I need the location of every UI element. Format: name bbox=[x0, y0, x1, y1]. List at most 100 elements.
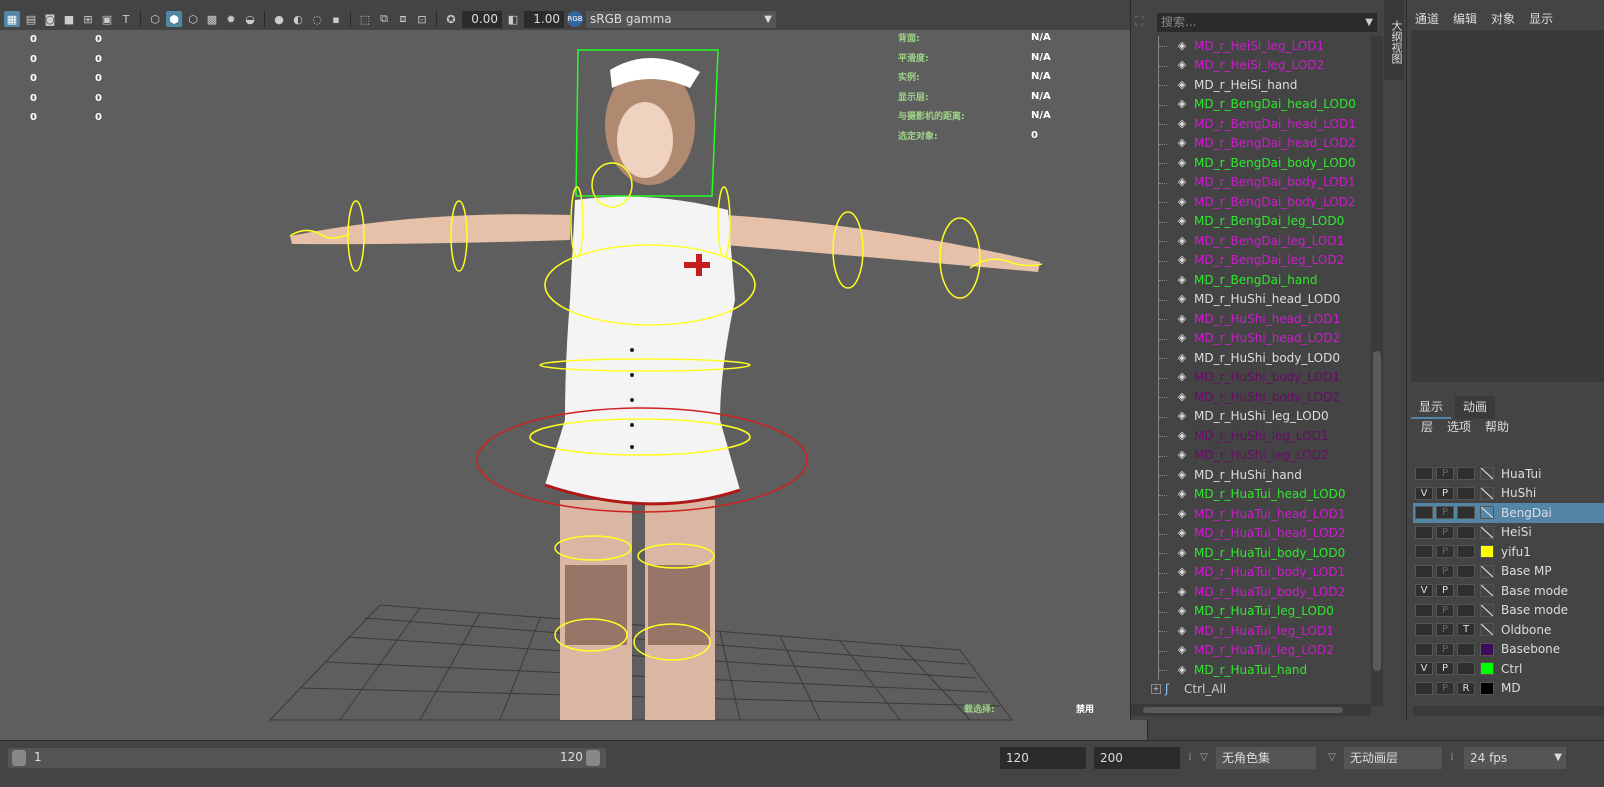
viewport-3d[interactable]: 0000000000 背面: N/A 平滑度: N/A 实例: N/A 显示层: N/A 与摄影… bbox=[0, 0, 1148, 740]
xray-joints-icon[interactable]: ◐ bbox=[290, 11, 306, 27]
outliner-item[interactable]: ◈ MD_r_HuShi_body_LOD2 bbox=[1131, 387, 1371, 407]
textured-icon[interactable]: ▩ bbox=[204, 11, 220, 27]
layer-color-swatch[interactable] bbox=[1480, 662, 1494, 676]
safe-action-icon[interactable]: ▣ bbox=[99, 11, 115, 27]
layer-t-toggle[interactable] bbox=[1457, 642, 1475, 656]
menu-edit[interactable]: 编辑 bbox=[1453, 10, 1477, 27]
isolate-select-icon[interactable]: ⬚ bbox=[357, 11, 373, 27]
outliner-item[interactable]: ◈ MD_r_HuShi_leg_LOD1 bbox=[1131, 426, 1371, 446]
layer-t-toggle[interactable]: R bbox=[1457, 681, 1475, 695]
film-gate-icon[interactable]: ▤ bbox=[23, 11, 39, 27]
layer-p-toggle[interactable]: P bbox=[1436, 486, 1454, 500]
channel-box-area[interactable] bbox=[1411, 30, 1604, 382]
outliner-item[interactable]: ◈ MD_r_BengDai_leg_LOD0 bbox=[1131, 211, 1371, 231]
outliner-item[interactable]: ◈ MD_r_BengDai_leg_LOD1 bbox=[1131, 231, 1371, 251]
wireframe-on-shaded-icon[interactable]: ⬡ bbox=[185, 11, 201, 27]
layer-row[interactable]: P HeiSi bbox=[1413, 523, 1604, 543]
layer-row[interactable]: P Base MP bbox=[1413, 562, 1604, 582]
outliner-item[interactable]: ◈ MD_r_HuShi_head_LOD0 bbox=[1131, 289, 1371, 309]
outliner-item[interactable]: ◈ MD_r_BengDai_body_LOD0 bbox=[1131, 153, 1371, 173]
layer-t-toggle[interactable] bbox=[1457, 525, 1475, 539]
menu-object[interactable]: 对象 bbox=[1491, 10, 1515, 27]
outliner-item[interactable]: ◈ MD_r_HuaTui_body_LOD0 bbox=[1131, 543, 1371, 563]
field-chart-icon[interactable]: ⊞ bbox=[80, 11, 96, 27]
tab-animation[interactable]: 动画 bbox=[1455, 396, 1496, 419]
layer-v-toggle[interactable] bbox=[1415, 545, 1433, 559]
layer-color-swatch[interactable] bbox=[1480, 584, 1494, 598]
outliner-item[interactable]: ◈ MD_r_BengDai_head_LOD2 bbox=[1131, 133, 1371, 153]
layer-p-toggle[interactable]: P bbox=[1436, 623, 1454, 637]
outliner-item[interactable]: ◈ MD_r_HuShi_leg_LOD0 bbox=[1131, 406, 1371, 426]
animation-end-field[interactable]: 200 bbox=[1094, 747, 1180, 769]
layer-v-toggle[interactable]: V bbox=[1415, 486, 1433, 500]
outliner-search-input[interactable]: 搜索... ▼ bbox=[1157, 13, 1377, 32]
image-plane-icon[interactable]: ⊡ bbox=[414, 11, 430, 27]
layer-t-toggle[interactable] bbox=[1457, 662, 1475, 676]
ambient-occlusion-icon[interactable]: ◌ bbox=[309, 11, 325, 27]
layer-color-swatch[interactable] bbox=[1480, 564, 1494, 578]
range-start-handle[interactable] bbox=[12, 750, 26, 766]
menu-help[interactable]: 帮助 bbox=[1485, 418, 1509, 435]
layer-t-toggle[interactable] bbox=[1457, 603, 1475, 617]
layer-p-toggle[interactable]: P bbox=[1436, 467, 1454, 481]
layer-p-toggle[interactable]: P bbox=[1436, 681, 1454, 695]
layer-t-toggle[interactable] bbox=[1457, 584, 1475, 598]
menu-options[interactable]: 选项 bbox=[1447, 418, 1471, 435]
layer-v-toggle[interactable] bbox=[1415, 681, 1433, 695]
layer-color-swatch[interactable] bbox=[1480, 467, 1494, 481]
safe-title-icon[interactable]: T bbox=[118, 11, 134, 27]
outliner-item[interactable]: ◈ MD_r_HeiSi_leg_LOD2 bbox=[1131, 55, 1371, 75]
animation-layer-dropdown[interactable]: 无动画层 bbox=[1344, 747, 1442, 769]
layer-p-toggle[interactable]: P bbox=[1436, 564, 1454, 578]
exposure-icon[interactable]: ✪ bbox=[443, 11, 459, 27]
outliner-item[interactable]: ◈ MD_r_HuaTui_leg_LOD2 bbox=[1131, 640, 1371, 660]
outliner-item[interactable]: ◈ MD_r_HuaTui_head_LOD0 bbox=[1131, 484, 1371, 504]
layer-v-toggle[interactable]: V bbox=[1415, 662, 1433, 676]
outliner-item[interactable]: ◈ MD_r_HeiSi_leg_LOD1 bbox=[1131, 36, 1371, 56]
range-end-handle[interactable] bbox=[586, 750, 600, 766]
character-set-dropdown[interactable]: 无角色集 bbox=[1216, 747, 1316, 769]
outliner-item[interactable]: ◈ MD_r_HuaTui_body_LOD1 bbox=[1131, 562, 1371, 582]
layer-color-swatch[interactable] bbox=[1480, 603, 1494, 617]
chevron-down-icon[interactable]: ▼ bbox=[1365, 13, 1373, 32]
playback-range-slider[interactable]: 1 120 bbox=[8, 748, 606, 768]
layer-color-swatch[interactable] bbox=[1480, 545, 1494, 559]
outliner-item[interactable]: ◈ MD_r_HuShi_hand bbox=[1131, 465, 1371, 485]
outliner-item[interactable]: ◈ MD_r_HuaTui_body_LOD2 bbox=[1131, 582, 1371, 602]
layer-row[interactable]: V P Ctrl bbox=[1413, 659, 1604, 679]
tab-display[interactable]: 显示 bbox=[1411, 396, 1452, 419]
layer-p-toggle[interactable]: P bbox=[1436, 662, 1454, 676]
layer-row[interactable]: P HuaTui bbox=[1413, 464, 1604, 484]
gamma-icon[interactable]: ◧ bbox=[505, 11, 521, 27]
bookmark-icon[interactable]: ⧈ bbox=[395, 11, 411, 27]
layer-row[interactable]: P Basebone bbox=[1413, 640, 1604, 660]
layer-row[interactable]: P R MD bbox=[1413, 679, 1604, 699]
filter-icon[interactable]: ⛶ bbox=[1135, 14, 1151, 30]
outliner-item[interactable]: ◈ MD_r_BengDai_body_LOD2 bbox=[1131, 192, 1371, 212]
layer-p-toggle[interactable]: P bbox=[1436, 584, 1454, 598]
outliner-horizontal-scrollbar[interactable] bbox=[1131, 704, 1371, 716]
layer-color-swatch[interactable] bbox=[1480, 623, 1494, 637]
layer-color-swatch[interactable] bbox=[1480, 525, 1494, 539]
outliner-item[interactable]: ◈ MD_r_HuaTui_leg_LOD0 bbox=[1131, 601, 1371, 621]
color-management-icon[interactable]: RGB bbox=[567, 11, 583, 27]
layer-row[interactable]: P BengDai bbox=[1413, 503, 1604, 523]
outliner-item[interactable]: ◈ MD_r_BengDai_leg_LOD2 bbox=[1131, 250, 1371, 270]
camera-attributes-icon[interactable]: ⧉ bbox=[376, 11, 392, 27]
layer-v-toggle[interactable] bbox=[1415, 603, 1433, 617]
outliner-item[interactable]: ◈ MD_r_BengDai_body_LOD1 bbox=[1131, 172, 1371, 192]
layer-t-toggle[interactable] bbox=[1457, 486, 1475, 500]
smooth-shade-icon[interactable]: ⬢ bbox=[166, 11, 182, 27]
motion-blur-icon[interactable]: ▪ bbox=[328, 11, 344, 27]
layer-color-swatch[interactable] bbox=[1480, 506, 1494, 520]
grid-icon[interactable]: ▦ bbox=[4, 11, 20, 27]
playback-end-field[interactable]: 120 bbox=[1000, 747, 1086, 769]
outliner-item[interactable]: ◈ MD_r_HuShi_leg_LOD2 bbox=[1131, 445, 1371, 465]
gate-mask-icon[interactable]: ■ bbox=[61, 11, 77, 27]
color-space-dropdown[interactable]: sRGB gamma ▼ bbox=[586, 10, 776, 28]
layer-p-toggle[interactable]: P bbox=[1436, 545, 1454, 559]
layer-row[interactable]: P Base mode bbox=[1413, 601, 1604, 621]
scrollbar-thumb[interactable] bbox=[1143, 707, 1343, 713]
outliner-item[interactable]: ◈ MD_r_HuaTui_head_LOD2 bbox=[1131, 523, 1371, 543]
outliner-item[interactable]: ◈ MD_r_HuShi_body_LOD1 bbox=[1131, 367, 1371, 387]
